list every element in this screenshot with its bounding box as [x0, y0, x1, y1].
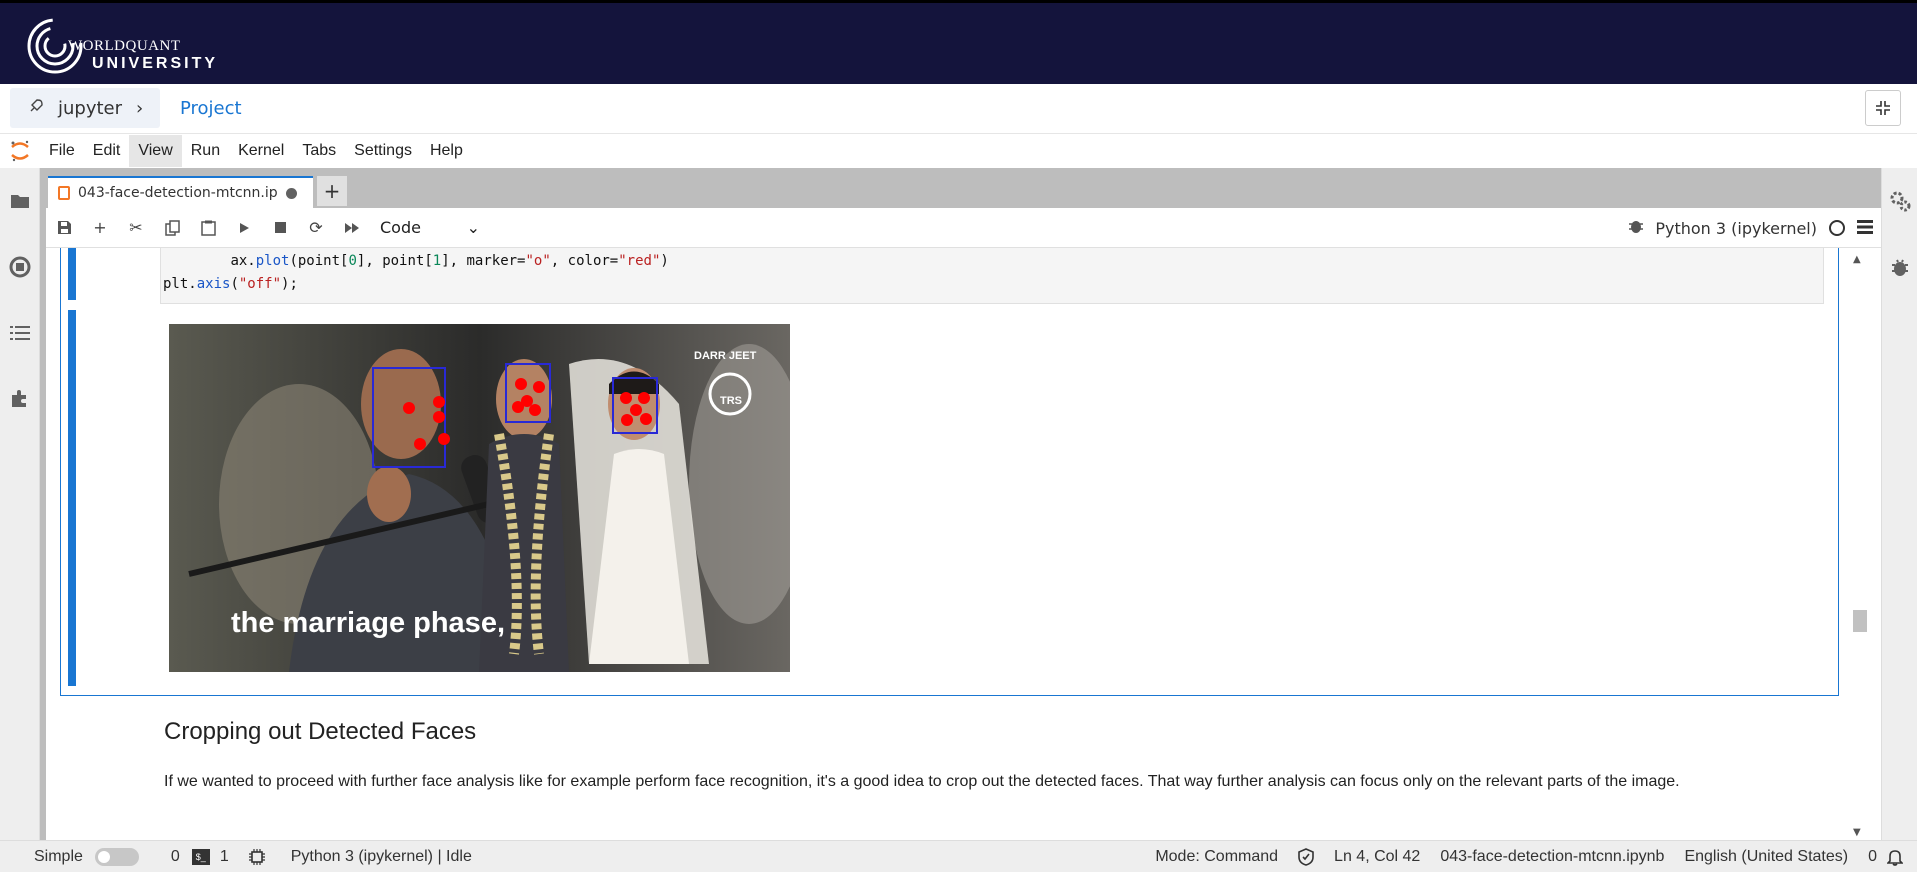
notebook-toolbar: + ✂ ⟳ Code ⌄ Python 3 (ipykernel) [46, 208, 1881, 248]
left-sidebar [0, 168, 40, 840]
jupyter-label: jupyter [58, 97, 123, 119]
code-line: plt.axis("off"); [163, 276, 298, 292]
menu-view[interactable]: View [129, 135, 182, 167]
output-face-detection-image: DARR JEET TRS the marriage phase, [169, 324, 790, 672]
cut-scissors-icon[interactable]: ✂ [118, 212, 154, 244]
project-link[interactable]: Project [180, 98, 242, 119]
copy-icon[interactable] [154, 212, 190, 244]
document-tab-bar: 043-face-detection-mtcnn.ip + [40, 168, 1881, 208]
menu-settings[interactable]: Settings [345, 135, 421, 167]
chevron-down-icon: ⌄ [466, 218, 480, 237]
scroll-up-arrow-icon[interactable]: ▲ [1853, 254, 1861, 265]
table-of-contents-icon[interactable] [0, 300, 40, 366]
jupyter-logo-icon [0, 134, 40, 168]
collapse-icon[interactable] [1865, 90, 1901, 126]
status-bar-right: Mode: Command Ln 4, Col 42 043-face-dete… [1155, 841, 1917, 872]
menu-file[interactable]: File [40, 135, 84, 167]
brand-top-text: DARR JEET [694, 350, 757, 362]
fast-forward-icon[interactable] [334, 212, 370, 244]
simple-mode-toggle[interactable] [94, 847, 139, 866]
vertical-scrollbar[interactable]: ▲ ▼ [1851, 250, 1867, 838]
cell-type-label: Code [380, 218, 421, 237]
menu-tabs[interactable]: Tabs [293, 135, 345, 167]
unsaved-dot-icon[interactable] [285, 187, 297, 199]
right-sidebar [1881, 168, 1917, 840]
face-detection-photo: DARR JEET TRS the marriage phase, [169, 324, 790, 672]
code-editor[interactable]: ax.plot(point[0], point[1], marker="o", … [160, 248, 1824, 304]
folder-icon[interactable] [0, 168, 40, 234]
stop-square-icon[interactable] [262, 212, 298, 244]
simple-mode-toggle-group: Simple [34, 847, 139, 866]
kernel-chip-icon[interactable] [248, 848, 265, 865]
kernel-name[interactable]: Python 3 (ipykernel) [1655, 219, 1817, 238]
video-caption: the marriage phase, [231, 607, 505, 639]
running-sessions-icon[interactable] [0, 234, 40, 300]
language-indicator[interactable]: English (United States) [1684, 848, 1848, 866]
kernel-info: Python 3 (ipykernel) [1623, 208, 1879, 248]
kernel-idle-circle-icon [1829, 220, 1845, 236]
debugger-bug-icon[interactable] [1882, 234, 1917, 300]
rocket-icon [28, 98, 46, 118]
save-icon[interactable] [46, 212, 82, 244]
jupyter-breadcrumb-button[interactable]: jupyter › [10, 88, 160, 128]
kernel-status[interactable]: Python 3 (ipykernel) | Idle [291, 848, 472, 866]
menu-hamburger-icon[interactable] [1857, 219, 1873, 238]
menu-help[interactable]: Help [421, 135, 472, 167]
simple-mode-label: Simple [34, 847, 83, 865]
output-collapser[interactable] [68, 310, 76, 686]
terminal-count-group[interactable]: 0 $_ 1 [171, 848, 229, 866]
notebook-tab-label: 043-face-detection-mtcnn.ip [78, 185, 278, 201]
code-line: ax.plot(point[0], point[1], marker="o", … [230, 253, 669, 269]
brand-name: WORLDQUANT UNIVERSITY [68, 37, 218, 73]
debugger-bug-icon[interactable] [1629, 218, 1644, 238]
extensions-puzzle-icon[interactable] [0, 366, 40, 432]
notification-count: 0 [1868, 848, 1877, 865]
status-filename: 043-face-detection-mtcnn.ipynb [1440, 848, 1665, 865]
notebook-icon [58, 186, 70, 200]
markdown-paragraph: If we wanted to proceed with further fac… [164, 773, 1680, 790]
status-bar: Simple 0 $_ 1 Python 3 (ipykernel) | Idl… [0, 840, 1917, 872]
property-inspector-gears-icon[interactable] [1882, 168, 1917, 234]
count-b: 1 [219, 847, 229, 865]
brand-badge-text: TRS [720, 395, 742, 407]
menu-edit[interactable]: Edit [84, 135, 130, 167]
markdown-heading: Cropping out Detected Faces [164, 718, 477, 745]
chevron-right-icon: › [136, 97, 144, 119]
cell-type-dropdown[interactable]: Code ⌄ [380, 218, 480, 237]
scroll-down-arrow-icon[interactable]: ▼ [1853, 827, 1861, 838]
cursor-position[interactable]: Ln 4, Col 42 [1334, 848, 1420, 866]
scroll-thumb[interactable] [1853, 610, 1867, 632]
brand-line2: UNIVERSITY [92, 55, 219, 72]
menu-run[interactable]: Run [182, 135, 229, 167]
menu-bar: File Edit View Run Kernel Tabs Settings … [0, 134, 1917, 168]
notebook-panel[interactable]: ax.plot(point[0], point[1], marker="o", … [46, 248, 1881, 840]
new-tab-plus-icon[interactable]: + [317, 176, 347, 206]
input-collapser[interactable] [68, 248, 76, 300]
mode-indicator: Mode: Command [1155, 848, 1279, 865]
paste-clipboard-icon[interactable] [190, 212, 226, 244]
menu-kernel[interactable]: Kernel [229, 135, 293, 167]
insert-cell-plus-icon[interactable]: + [82, 212, 118, 244]
count-a: 0 [170, 847, 180, 865]
main-area: 043-face-detection-mtcnn.ip + + ✂ ⟳ Code… [40, 168, 1881, 840]
project-bar: jupyter › Project [0, 84, 1917, 134]
brand-header: WORLDQUANT UNIVERSITY [0, 0, 1917, 84]
brand-line1: WORLDQUANT [68, 38, 181, 54]
bell-icon[interactable] [1887, 848, 1903, 866]
notebook-tab[interactable]: 043-face-detection-mtcnn.ip [48, 176, 313, 208]
restart-icon[interactable]: ⟳ [298, 212, 334, 244]
terminal-icon: $_ [191, 848, 210, 865]
shield-check-icon[interactable] [1298, 848, 1314, 866]
run-play-icon[interactable] [226, 212, 262, 244]
